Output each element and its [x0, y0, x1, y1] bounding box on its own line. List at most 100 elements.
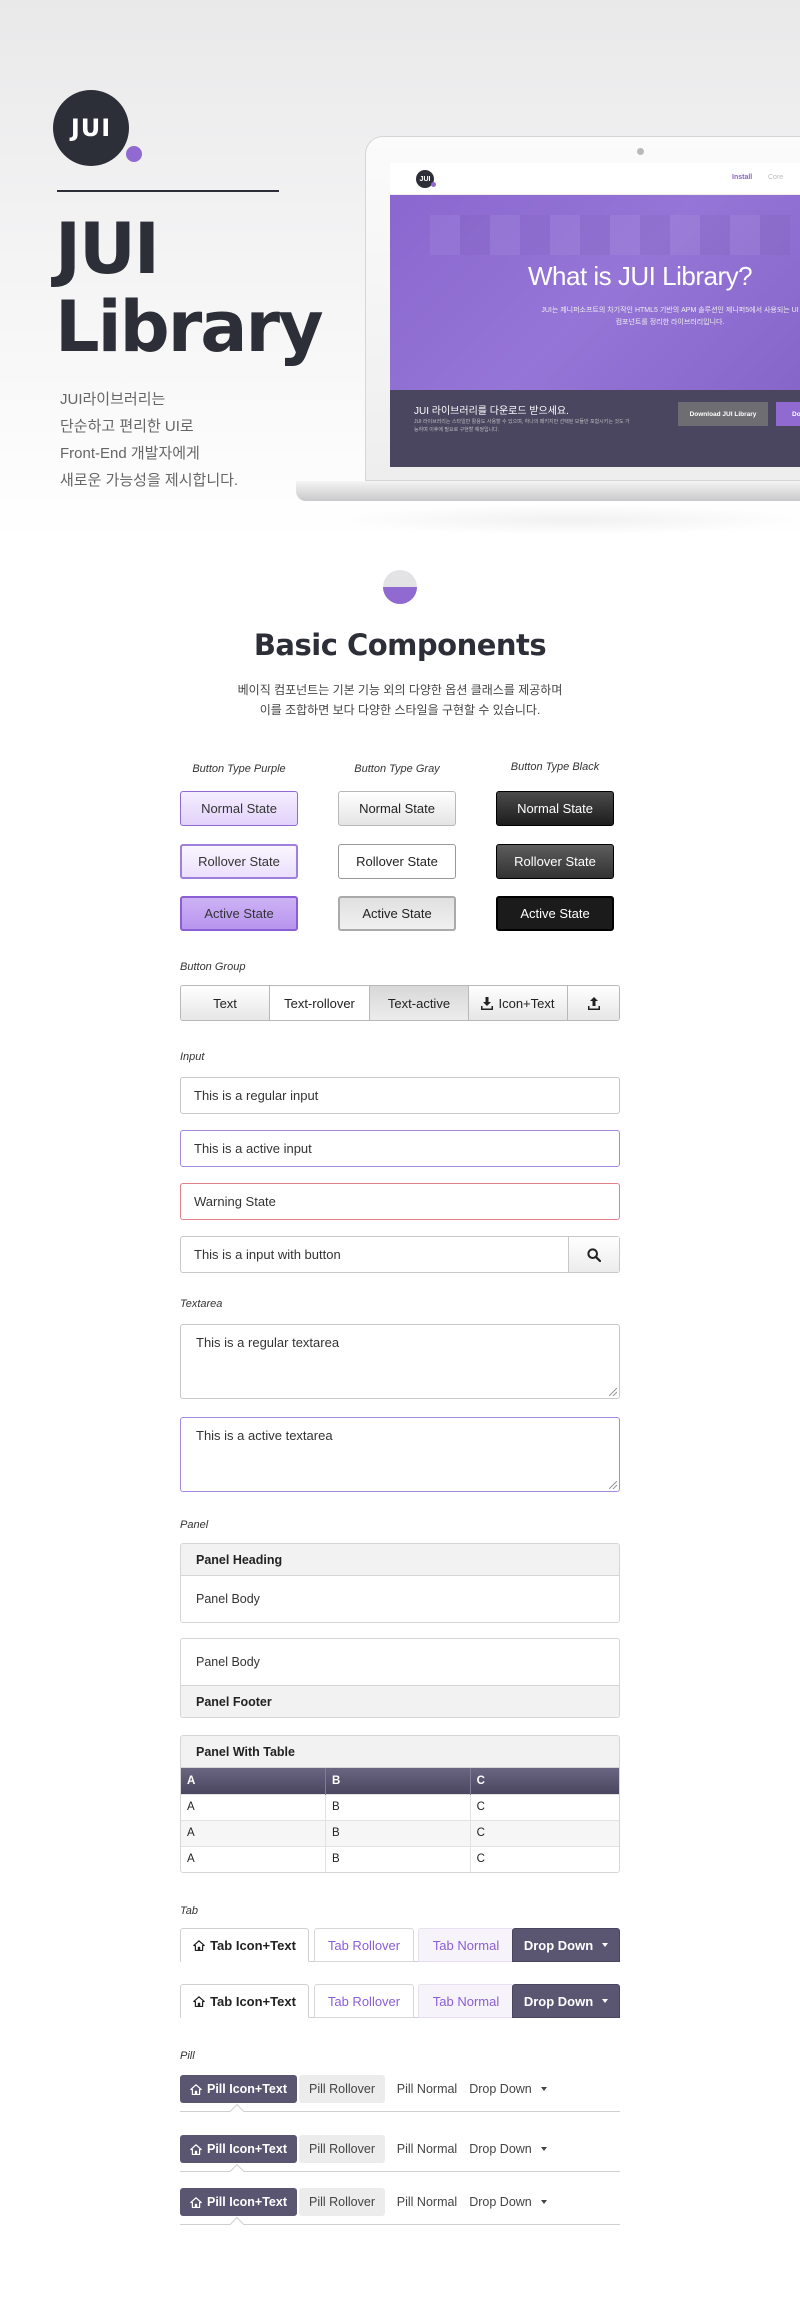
table-row: A B C — [181, 1793, 619, 1820]
tab-dropdown-label: Drop Down — [523, 1937, 594, 1953]
group-rollover-button[interactable]: Text-rollover — [270, 986, 370, 1020]
pill-icon-text[interactable]: Pill Icon+Text — [180, 2075, 297, 2103]
pill-dropdown[interactable]: Drop Down — [465, 2188, 551, 2216]
download-jui-button[interactable]: Download JUI Library — [678, 402, 768, 426]
download-band-title: JUI 라이브러리를 다운로드 받으세요. — [414, 406, 569, 417]
pill-bar: Pill Icon+Text Pill Rollover Pill Normal… — [180, 2188, 620, 2232]
tab-dropdown[interactable]: Drop Down — [512, 1928, 620, 1962]
section-title: Basic Components — [253, 628, 547, 662]
home-icon — [190, 2196, 202, 2208]
home-icon — [190, 2083, 202, 2095]
black-normal-button[interactable]: Normal State — [496, 791, 614, 826]
resize-grip-icon[interactable] — [609, 1388, 617, 1396]
tab-icon-text[interactable]: Tab Icon+Text — [180, 1984, 309, 2018]
group-upload-button[interactable] — [568, 986, 619, 1020]
download-second-button[interactable]: Dow — [776, 402, 800, 426]
pill-icon-text-label: Pill Icon+Text — [207, 2082, 287, 2096]
purple-active-button[interactable]: Active State — [180, 896, 298, 931]
pill-dropdown[interactable]: Drop Down — [465, 2075, 551, 2103]
purple-normal-button[interactable]: Normal State — [180, 791, 298, 826]
pill-rollover[interactable]: Pill Rollover — [299, 2075, 385, 2103]
upload-icon — [587, 996, 600, 1010]
hero-title: JUI Library — [55, 208, 324, 366]
gray-active-button[interactable]: Active State — [338, 896, 456, 931]
download-band-subtext: JUI 라이브러리는 스타일만 활용도 사용할 수 있으며, 하나의 패키지만 … — [414, 419, 630, 433]
screen-headline: What is JUI Library? — [528, 261, 753, 291]
section-circle-icon — [383, 570, 417, 604]
resize-grip-icon[interactable] — [609, 1481, 617, 1489]
group-active-button[interactable]: Text-active — [370, 986, 469, 1020]
panel-with-heading: Panel Heading Panel Body — [180, 1543, 620, 1623]
panel-table: A B C A B C A B C A B C — [181, 1768, 619, 1872]
pill-normal[interactable]: Pill Normal — [387, 2135, 467, 2163]
search-button[interactable] — [568, 1237, 619, 1272]
jui-logo: JUI — [53, 90, 129, 166]
pill-label: Pill — [180, 2050, 195, 2062]
screen-logo-text: JUI — [419, 175, 431, 183]
tab-bar: Tab Icon+Text Tab Rollover Tab Normal Dr… — [180, 1984, 620, 2018]
table-row: A B C — [181, 1845, 619, 1872]
active-textarea[interactable]: This is a active textarea — [180, 1417, 620, 1492]
tab-normal[interactable]: Tab Normal — [418, 1928, 514, 1962]
home-icon — [193, 1939, 205, 1951]
table-header-cell: A — [181, 1768, 327, 1794]
group-icon-text-button[interactable]: Icon+Text — [469, 986, 568, 1020]
nav-link-install[interactable]: Install — [732, 174, 752, 181]
warning-input[interactable]: Warning State — [180, 1183, 620, 1220]
home-icon — [190, 2143, 202, 2155]
panel-heading: Panel Heading — [181, 1544, 619, 1576]
table-cell: C — [470, 1819, 619, 1846]
search-icon — [587, 1247, 601, 1262]
table-cell: B — [325, 1819, 471, 1846]
laptop-base — [296, 481, 800, 501]
purple-rollover-button[interactable]: Rollover State — [180, 844, 298, 879]
table-header-cell: C — [470, 1768, 619, 1794]
pill-icon-text[interactable]: Pill Icon+Text — [180, 2135, 297, 2163]
pill-dropdown[interactable]: Drop Down — [465, 2135, 551, 2163]
screen-hero-banner: What is JUI Library? JUI는 제니퍼소프트의 차기작인 H… — [390, 195, 800, 390]
hero-title-line-1: JUI — [55, 208, 160, 290]
caret-down-icon — [602, 1943, 609, 1947]
tab-icon-text[interactable]: Tab Icon+Text — [180, 1928, 309, 1962]
button-type-purple-label: Button Type Purple — [192, 763, 286, 775]
table-row: A B C — [181, 1819, 619, 1846]
pill-rollover[interactable]: Pill Rollover — [299, 2135, 385, 2163]
input-label: Input — [180, 1051, 205, 1063]
regular-textarea[interactable]: This is a regular textarea — [180, 1324, 620, 1399]
black-active-button[interactable]: Active State — [496, 896, 614, 931]
caret-down-icon — [540, 2087, 547, 2091]
group-text-label: Text — [213, 995, 237, 1011]
panel-body: Panel Body — [196, 1655, 260, 1669]
pill-icon-text-label: Pill Icon+Text — [207, 2195, 287, 2209]
group-text-button[interactable]: Text — [181, 986, 270, 1020]
pill-normal[interactable]: Pill Normal — [387, 2188, 467, 2216]
panel-with-table: Panel With Table A B C A B C A B C A B C — [180, 1735, 620, 1873]
button-group-label: Button Group — [180, 961, 246, 973]
laptop-screen: JUI Install Core What is JUI Library? JU… — [390, 163, 800, 467]
hero-desc-line: JUI라이브러리는 — [60, 391, 166, 408]
tab-rollover[interactable]: Tab Rollover — [314, 1984, 414, 2018]
gray-rollover-button[interactable]: Rollover State — [338, 844, 456, 879]
caret-down-icon — [540, 2147, 547, 2151]
pill-dropdown-label: Drop Down — [469, 2082, 532, 2096]
tab-normal[interactable]: Tab Normal — [418, 1984, 514, 2018]
group-active-label: Text-active — [387, 995, 451, 1011]
pill-icon-text[interactable]: Pill Icon+Text — [180, 2188, 297, 2216]
tab-rollover[interactable]: Tab Rollover — [314, 1928, 414, 1962]
black-rollover-button[interactable]: Rollover State — [496, 844, 614, 879]
pill-normal[interactable]: Pill Normal — [387, 2075, 467, 2103]
nav-link-core[interactable]: Core — [768, 174, 783, 181]
hero-desc-line: Front-End 개발자에게 — [60, 445, 200, 462]
tab-dropdown[interactable]: Drop Down — [512, 1984, 620, 2018]
active-input[interactable]: This is a active input — [180, 1130, 620, 1167]
pill-dropdown-label: Drop Down — [469, 2142, 532, 2156]
table-cell: B — [325, 1845, 471, 1872]
regular-input[interactable]: This is a regular input — [180, 1077, 620, 1114]
hero-desc-line: 새로운 가능성을 제시합니다. — [60, 472, 239, 489]
table-cell: C — [470, 1793, 619, 1820]
input-with-button[interactable]: This is a input with button — [180, 1236, 620, 1273]
gray-normal-button[interactable]: Normal State — [338, 791, 456, 826]
button-type-black-label: Button Type Black — [510, 761, 600, 773]
pill-rollover[interactable]: Pill Rollover — [299, 2188, 385, 2216]
panel-footer: Panel Footer — [181, 1685, 619, 1717]
